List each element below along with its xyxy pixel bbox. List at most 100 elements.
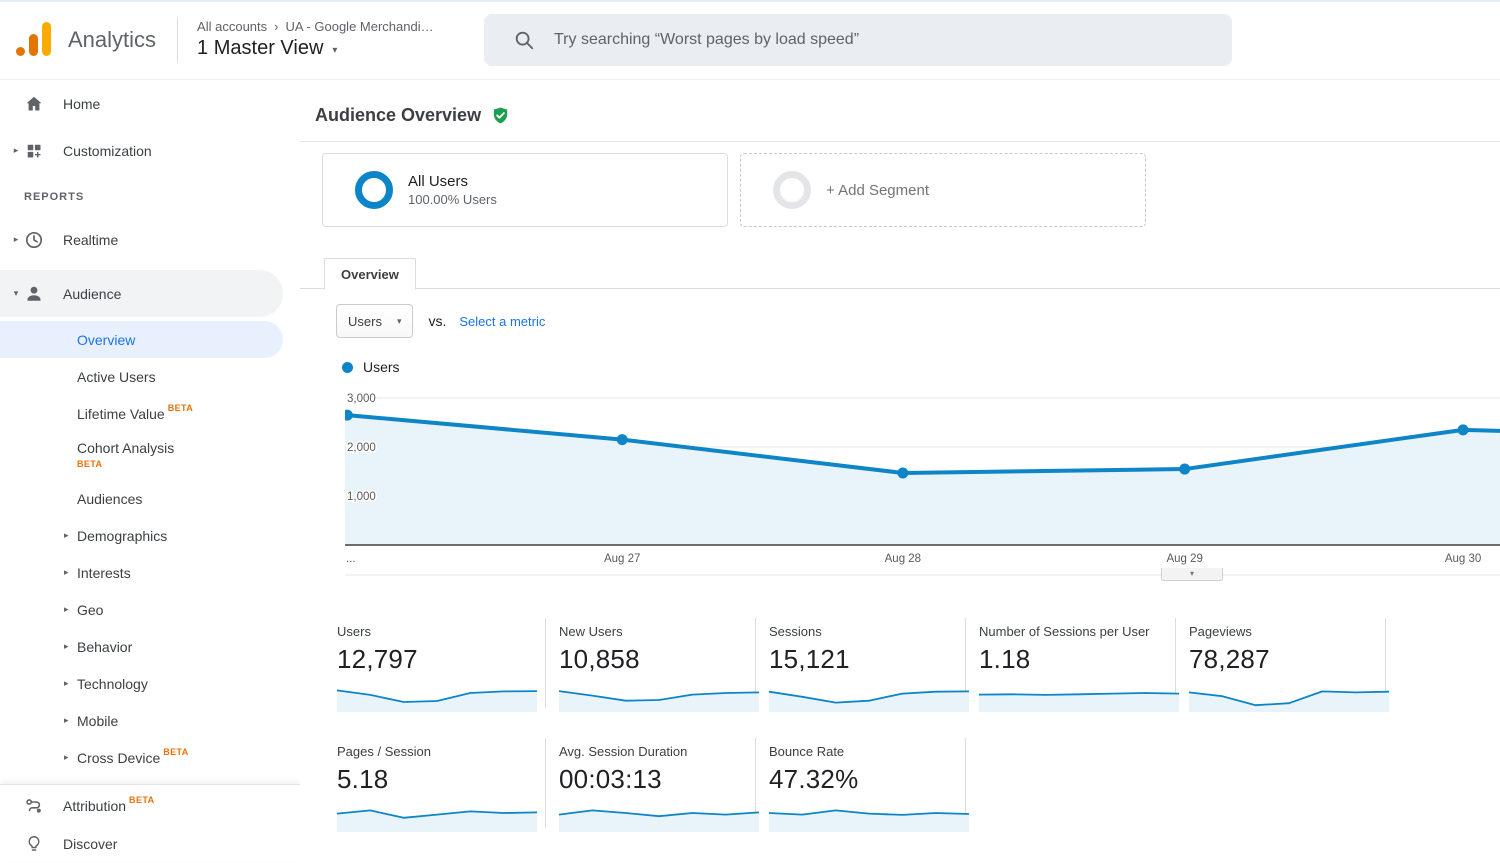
chevron-right-icon[interactable]: ▸: [64, 641, 77, 652]
chart-legend: Users: [342, 359, 1500, 375]
sidebar-item-label: Mobile: [77, 713, 118, 729]
sidebar-item-label: Home: [63, 96, 100, 112]
scorecard-bounce-rate: Bounce Rate47.32%: [756, 738, 966, 828]
sidebar-item-label: Discover: [63, 836, 117, 852]
scorecard-value: 15,121: [769, 644, 965, 675]
sidebar-item-active-users[interactable]: Active Users: [0, 358, 300, 395]
select-metric-link[interactable]: Select a metric: [459, 314, 545, 329]
chevron-right-icon[interactable]: ▸: [64, 530, 77, 541]
timeseries-chart: 1,0002,0003,000...Aug 27Aug 28Aug 29Aug …: [345, 386, 1500, 582]
add-segment-button[interactable]: + Add Segment: [740, 153, 1146, 227]
sidebar-item-label: Technology: [77, 676, 148, 692]
search-bar[interactable]: [484, 14, 1232, 66]
main-content: Audience Overview All Users 100.00% User…: [300, 80, 1500, 862]
segment-detail: 100.00% Users: [408, 192, 497, 207]
customization-icon: [24, 141, 44, 161]
sidebar-item-behavior[interactable]: ▸Behavior: [0, 628, 300, 665]
chevron-right-icon[interactable]: ▸: [8, 234, 24, 245]
sidebar-item-audiences[interactable]: Audiences: [0, 480, 300, 517]
sidebar-item-label: Geo: [77, 602, 103, 618]
sidebar-item-label: Attribution: [63, 798, 126, 814]
scorecard-value: 12,797: [337, 644, 545, 675]
scorecards-row-2: Pages / Session5.18Avg. Session Duration…: [337, 738, 1500, 828]
lightbulb-icon: [24, 834, 44, 854]
sidebar-top-list: Home ▸Customization: [0, 80, 300, 174]
chevron-right-icon[interactable]: ▸: [8, 145, 24, 156]
svg-text:2,000: 2,000: [347, 442, 376, 454]
sidebar-item-technology[interactable]: ▸Technology: [0, 665, 300, 702]
chevron-right-icon[interactable]: ▸: [64, 752, 77, 763]
header-divider: [177, 17, 178, 63]
sidebar-item-cohort-analysis[interactable]: Cohort AnalysisBETA: [0, 432, 300, 480]
attribution-icon: [24, 796, 44, 816]
data-quality-shield-icon[interactable]: [491, 106, 510, 125]
sidebar-item-cross-device[interactable]: ▸Cross DeviceBETA: [0, 739, 300, 776]
segment-name: All Users: [408, 173, 497, 190]
sparkline: [337, 682, 537, 712]
segment-all-users[interactable]: All Users 100.00% Users: [322, 153, 728, 227]
breadcrumb-property[interactable]: UA - Google Merchandi…: [285, 19, 433, 34]
scorecard-new-users: New Users10,858: [546, 618, 756, 708]
timeseries-chart-svg: 1,0002,0003,000...Aug 27Aug 28Aug 29Aug …: [345, 386, 1500, 576]
clock-icon: [24, 230, 44, 250]
scorecard-value: 47.32%: [769, 764, 965, 795]
breadcrumb-account[interactable]: All accounts: [197, 19, 267, 34]
sidebar-item-label: Behavior: [77, 639, 132, 655]
sidebar-item-overview[interactable]: Overview: [0, 321, 283, 358]
sidebar-item-mobile[interactable]: ▸Mobile: [0, 702, 300, 739]
sidebar-item-home[interactable]: Home: [0, 80, 300, 127]
scorecard-avg-session-duration: Avg. Session Duration00:03:13: [546, 738, 756, 828]
breadcrumb[interactable]: All accounts › UA - Google Merchandi…: [197, 19, 434, 34]
sparkline: [769, 802, 969, 832]
legend-dot-icon: [342, 362, 353, 373]
metric-dropdown[interactable]: Users ▾: [336, 304, 413, 338]
sidebar-item-customization[interactable]: ▸Customization: [0, 127, 300, 174]
sidebar-item-label: Audiences: [77, 491, 142, 507]
sidebar-item-label: Cross Device: [77, 750, 160, 766]
sidebar-item-label: Overview: [77, 332, 135, 348]
scorecard-label: Sessions: [769, 624, 965, 639]
view-selector[interactable]: 1 Master View ▾: [197, 37, 434, 60]
beta-badge: BETA: [168, 403, 193, 413]
chevron-down-icon[interactable]: ▾: [8, 288, 24, 299]
sidebar-item-label: Realtime: [63, 232, 118, 248]
scorecard-label: Pageviews: [1189, 624, 1385, 639]
sidebar-item-discover[interactable]: Discover: [0, 825, 300, 863]
scorecard-users: Users12,797: [337, 618, 546, 708]
search-input[interactable]: [552, 30, 1172, 50]
scorecard-sessions: Sessions 15,121: [756, 618, 966, 708]
sidebar-item-label: Lifetime Value: [77, 406, 165, 422]
home-icon: [24, 94, 44, 114]
analytics-logo-icon: [16, 21, 53, 59]
scorecard-label: Avg. Session Duration: [559, 744, 755, 759]
person-icon: [24, 284, 44, 304]
sidebar-item-geo[interactable]: ▸Geo: [0, 591, 300, 628]
chart-expand-button[interactable]: ▾: [1161, 568, 1223, 581]
svg-text:Aug 27: Aug 27: [604, 553, 640, 565]
sidebar-item-lifetime-value[interactable]: Lifetime ValueBETA: [0, 395, 300, 432]
tab-overview[interactable]: Overview: [324, 258, 416, 290]
sidebar-item-audience[interactable]: ▾Audience: [0, 270, 283, 317]
chevron-right-icon[interactable]: ▸: [64, 567, 77, 578]
sparkline: [559, 802, 759, 832]
product-name: Analytics: [68, 27, 156, 53]
sidebar-item-interests[interactable]: ▸Interests: [0, 554, 300, 591]
sidebar-nav-list: Home▸Customization REPORTS ▸Realtime▾Aud…: [0, 80, 300, 786]
sidebar-item-realtime[interactable]: ▸ Realtime: [0, 216, 300, 263]
sidebar-item-attribution[interactable]: AttributionBETA: [0, 787, 300, 825]
search-icon: [513, 29, 535, 51]
sidebar-item-label: Active Users: [77, 369, 156, 385]
analytics-logo[interactable]: Analytics: [16, 21, 156, 59]
sidebar-item-demographics[interactable]: ▸Demographics: [0, 517, 300, 554]
sidebar-item-label: Demographics: [77, 528, 167, 544]
segment-circle-empty-icon: [773, 171, 811, 209]
reports-section-label: REPORTS: [24, 190, 300, 204]
chevron-right-icon[interactable]: ▸: [64, 678, 77, 689]
chevron-right-icon[interactable]: ▸: [64, 604, 77, 615]
svg-text:Aug 29: Aug 29: [1166, 553, 1202, 565]
account-breadcrumb[interactable]: All accounts › UA - Google Merchandi… 1 …: [197, 19, 434, 60]
view-name[interactable]: 1 Master View: [197, 37, 323, 60]
chevron-right-icon[interactable]: ▸: [64, 715, 77, 726]
logo-bar-mid: [29, 34, 38, 56]
scorecards-row-1: Users12,797New Users10,858 Sessions 15,121…: [337, 618, 1500, 708]
